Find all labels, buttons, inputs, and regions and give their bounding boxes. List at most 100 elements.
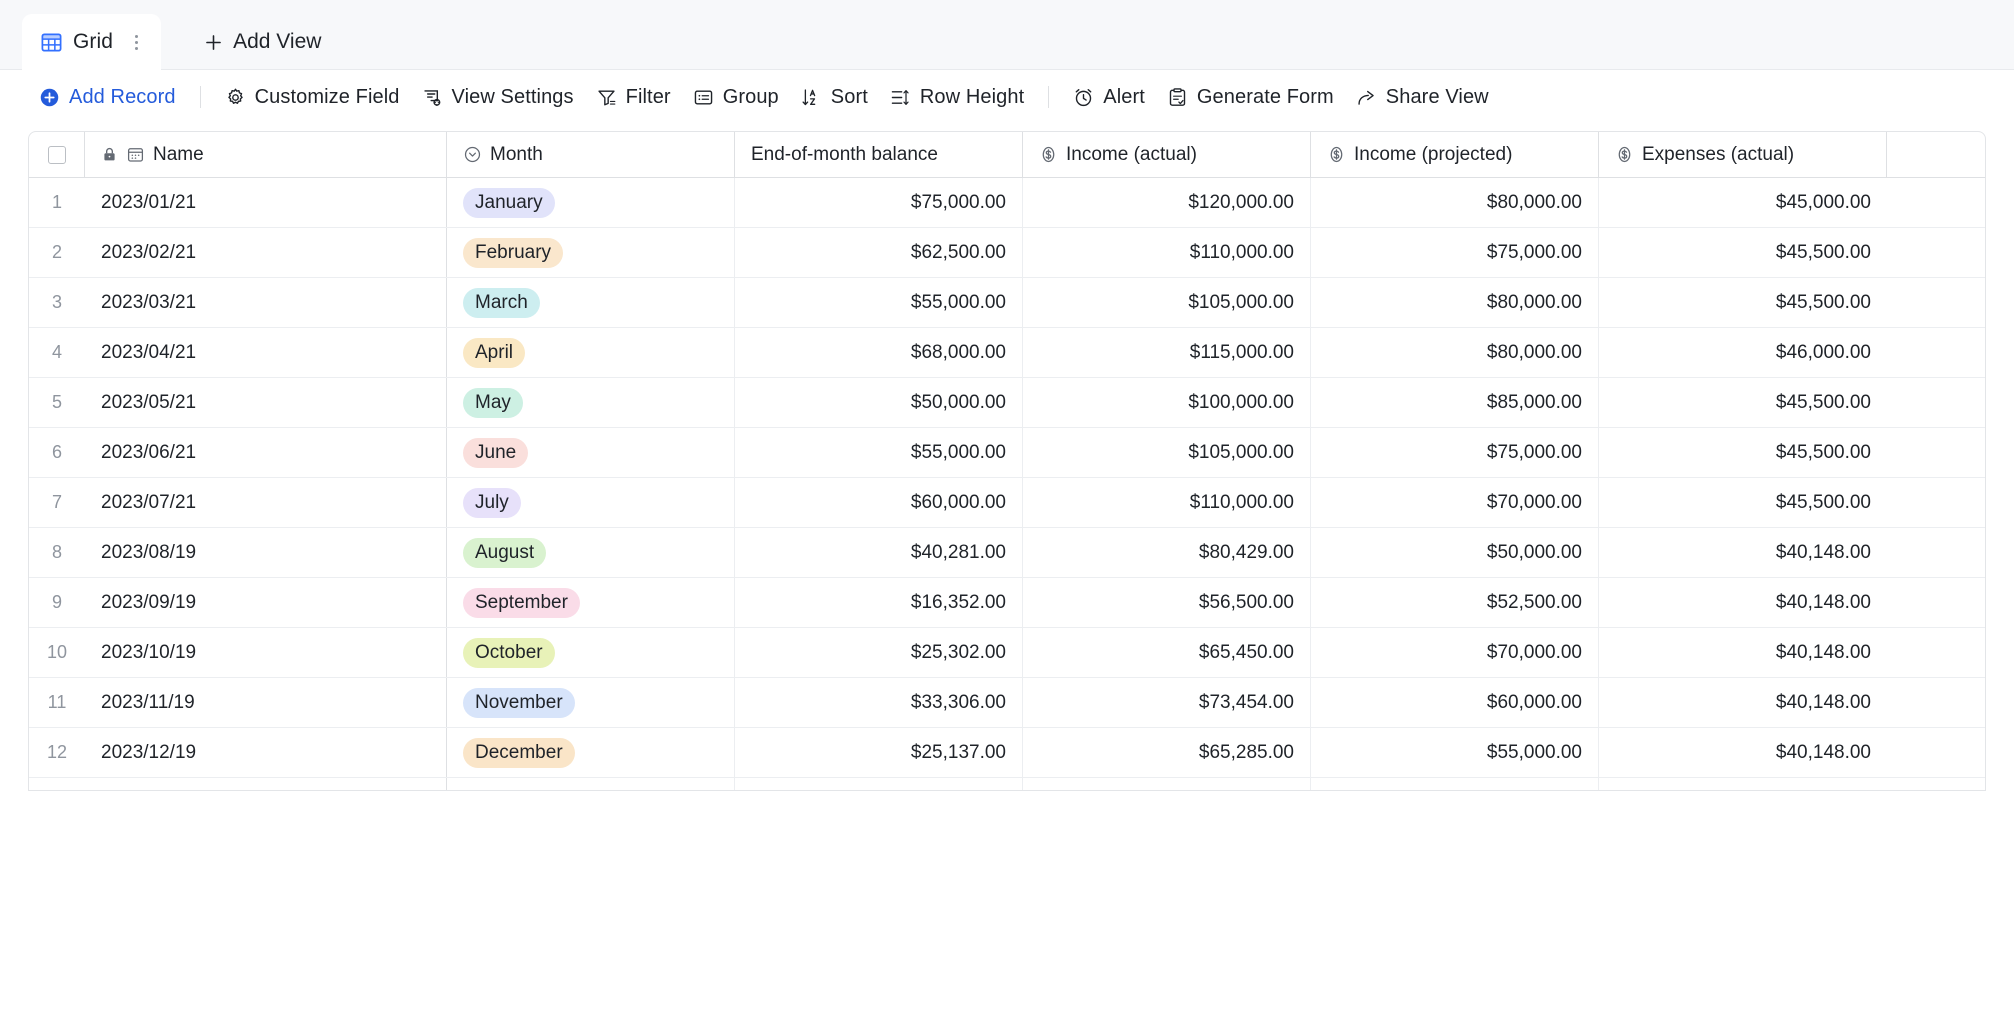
cell-balance[interactable]: $55,000.00: [735, 428, 1023, 477]
cell-balance[interactable]: $60,000.00: [735, 478, 1023, 527]
cell-month[interactable]: October: [447, 628, 735, 677]
cell-income-projected[interactable]: $70,000.00: [1311, 478, 1599, 527]
cell-income-projected[interactable]: $80,000.00: [1311, 178, 1599, 227]
table-row[interactable]: 4 2023/04/21 April $68,000.00 $115,000.00 $80…: [29, 328, 1985, 378]
cell-month[interactable]: February: [447, 228, 735, 277]
row-index-cell[interactable]: 12: [29, 728, 85, 777]
select-all-cell[interactable]: [29, 132, 85, 177]
cell-name[interactable]: 2023/05/21: [85, 378, 447, 427]
row-index-cell[interactable]: 10: [29, 628, 85, 677]
column-header-name[interactable]: Name: [85, 132, 447, 177]
sort-button[interactable]: Sort: [790, 79, 879, 115]
cell-expenses-actual[interactable]: $45,500.00: [1599, 478, 1887, 527]
row-index-cell[interactable]: 4: [29, 328, 85, 377]
column-header-month[interactable]: Month: [447, 132, 735, 177]
table-row[interactable]: 3 2023/03/21 March $55,000.00 $105,000.00 $80…: [29, 278, 1985, 328]
table-row[interactable]: 12 2023/12/19 December $25,137.00 $65,285.00…: [29, 728, 1985, 778]
cell-income-actual[interactable]: $65,285.00: [1023, 728, 1311, 777]
table-row[interactable]: 9 2023/09/19 September $16,352.00 $56,500.00…: [29, 578, 1985, 628]
cell-month[interactable]: [447, 778, 735, 790]
cell-income-projected[interactable]: $60,000.00: [1311, 678, 1599, 727]
cell-name[interactable]: 2023/03/21: [85, 278, 447, 327]
cell-income-actual[interactable]: $120,000.00: [1023, 178, 1311, 227]
row-height-button[interactable]: Row Height: [879, 79, 1035, 115]
column-header-income-actual[interactable]: Income (actual): [1023, 132, 1311, 177]
cell-balance[interactable]: $40,281.00: [735, 528, 1023, 577]
cell-balance[interactable]: $25,137.00: [735, 728, 1023, 777]
cell-month[interactable]: May: [447, 378, 735, 427]
filter-button[interactable]: Filter: [585, 79, 682, 115]
row-index-cell[interactable]: 1: [29, 178, 85, 227]
cell-income-actual[interactable]: $105,000.00: [1023, 278, 1311, 327]
cell-income-projected[interactable]: $52,500.00: [1311, 578, 1599, 627]
row-index-cell[interactable]: 6: [29, 428, 85, 477]
table-row[interactable]: 5 2023/05/21 May $50,000.00 $100,000.00 $85,0…: [29, 378, 1985, 428]
view-settings-button[interactable]: View Settings: [411, 79, 585, 115]
row-index-cell[interactable]: 3: [29, 278, 85, 327]
table-row[interactable]: 7 2023/07/21 July $60,000.00 $110,000.00 $70,…: [29, 478, 1985, 528]
table-row[interactable]: 1 2023/01/21 January $75,000.00 $120,000.00 $…: [29, 178, 1985, 228]
cell-name[interactable]: 2023/12/19: [85, 728, 447, 777]
cell-balance[interactable]: $68,000.00: [735, 328, 1023, 377]
cell-month[interactable]: June: [447, 428, 735, 477]
cell-income-actual[interactable]: $110,000.00: [1023, 228, 1311, 277]
cell-income-projected[interactable]: $50,000.00: [1311, 528, 1599, 577]
row-index-cell[interactable]: 8: [29, 528, 85, 577]
cell-expenses-actual[interactable]: $45,500.00: [1599, 428, 1887, 477]
cell-name[interactable]: 2023/02/21: [85, 228, 447, 277]
share-view-button[interactable]: Share View: [1345, 79, 1500, 115]
table-row[interactable]: 11 2023/11/19 November $33,306.00 $73,454.00…: [29, 678, 1985, 728]
cell-balance[interactable]: $62,500.00: [735, 228, 1023, 277]
cell-expenses-actual[interactable]: $40,148.00: [1599, 678, 1887, 727]
cell-balance[interactable]: $55,000.00: [735, 278, 1023, 327]
row-index-cell[interactable]: 13: [29, 778, 85, 790]
cell-income-projected[interactable]: [1311, 778, 1599, 790]
select-all-checkbox[interactable]: [47, 145, 66, 164]
cell-name[interactable]: 2023/04/21: [85, 328, 447, 377]
cell-income-actual[interactable]: $115,000.00: [1023, 328, 1311, 377]
cell-income-projected[interactable]: $55,000.00: [1311, 728, 1599, 777]
cell-name[interactable]: 2023/07/21: [85, 478, 447, 527]
cell-name[interactable]: 2023/08/19: [85, 528, 447, 577]
cell-expenses-actual[interactable]: $46,000.00: [1599, 328, 1887, 377]
cell-income-actual[interactable]: $73,454.00: [1023, 678, 1311, 727]
cell-income-actual[interactable]: $100,000.00: [1023, 378, 1311, 427]
cell-expenses-actual[interactable]: $45,500.00: [1599, 278, 1887, 327]
table-row[interactable]: 10 2023/10/19 October $25,302.00 $65,450.00 $…: [29, 628, 1985, 678]
cell-expenses-actual[interactable]: $40,148.00: [1599, 578, 1887, 627]
cell-income-projected[interactable]: $70,000.00: [1311, 628, 1599, 677]
cell-income-projected[interactable]: $80,000.00: [1311, 278, 1599, 327]
cell-balance[interactable]: $75,000.00: [735, 178, 1023, 227]
cell-income-actual[interactable]: $65,450.00: [1023, 628, 1311, 677]
cell-income-actual[interactable]: $56,500.00: [1023, 578, 1311, 627]
cell-expenses-actual[interactable]: [1599, 778, 1887, 790]
cell-balance[interactable]: $25,302.00: [735, 628, 1023, 677]
cell-month[interactable]: December: [447, 728, 735, 777]
cell-income-actual[interactable]: $105,000.00: [1023, 428, 1311, 477]
row-index-cell[interactable]: 11: [29, 678, 85, 727]
cell-expenses-actual[interactable]: $40,148.00: [1599, 528, 1887, 577]
cell-expenses-actual[interactable]: $45,500.00: [1599, 378, 1887, 427]
cell-month[interactable]: September: [447, 578, 735, 627]
cell-name[interactable]: 2023/06/21: [85, 428, 447, 477]
cell-expenses-actual[interactable]: $40,148.00: [1599, 628, 1887, 677]
cell-expenses-actual[interactable]: $45,000.00: [1599, 178, 1887, 227]
cell-expenses-actual[interactable]: $45,500.00: [1599, 228, 1887, 277]
row-index-cell[interactable]: 7: [29, 478, 85, 527]
cell-month[interactable]: January: [447, 178, 735, 227]
table-row[interactable]: 8 2023/08/19 August $40,281.00 $80,429.00 $50…: [29, 528, 1985, 578]
cell-month[interactable]: August: [447, 528, 735, 577]
table-row[interactable]: 2 2023/02/21 February $62,500.00 $110,000.00…: [29, 228, 1985, 278]
cell-income-actual[interactable]: [1023, 778, 1311, 790]
cell-month[interactable]: April: [447, 328, 735, 377]
add-view-button[interactable]: Add View: [185, 14, 339, 70]
alert-button[interactable]: Alert: [1062, 79, 1156, 115]
cell-month[interactable]: July: [447, 478, 735, 527]
cell-name[interactable]: 2023/01/21: [85, 178, 447, 227]
cell-income-projected[interactable]: $80,000.00: [1311, 328, 1599, 377]
cell-balance[interactable]: [735, 778, 1023, 790]
cell-name[interactable]: 2023/10/19: [85, 628, 447, 677]
generate-form-button[interactable]: Generate Form: [1156, 79, 1345, 115]
cell-expenses-actual[interactable]: $40,148.00: [1599, 728, 1887, 777]
add-record-button[interactable]: Add Record: [28, 79, 187, 115]
